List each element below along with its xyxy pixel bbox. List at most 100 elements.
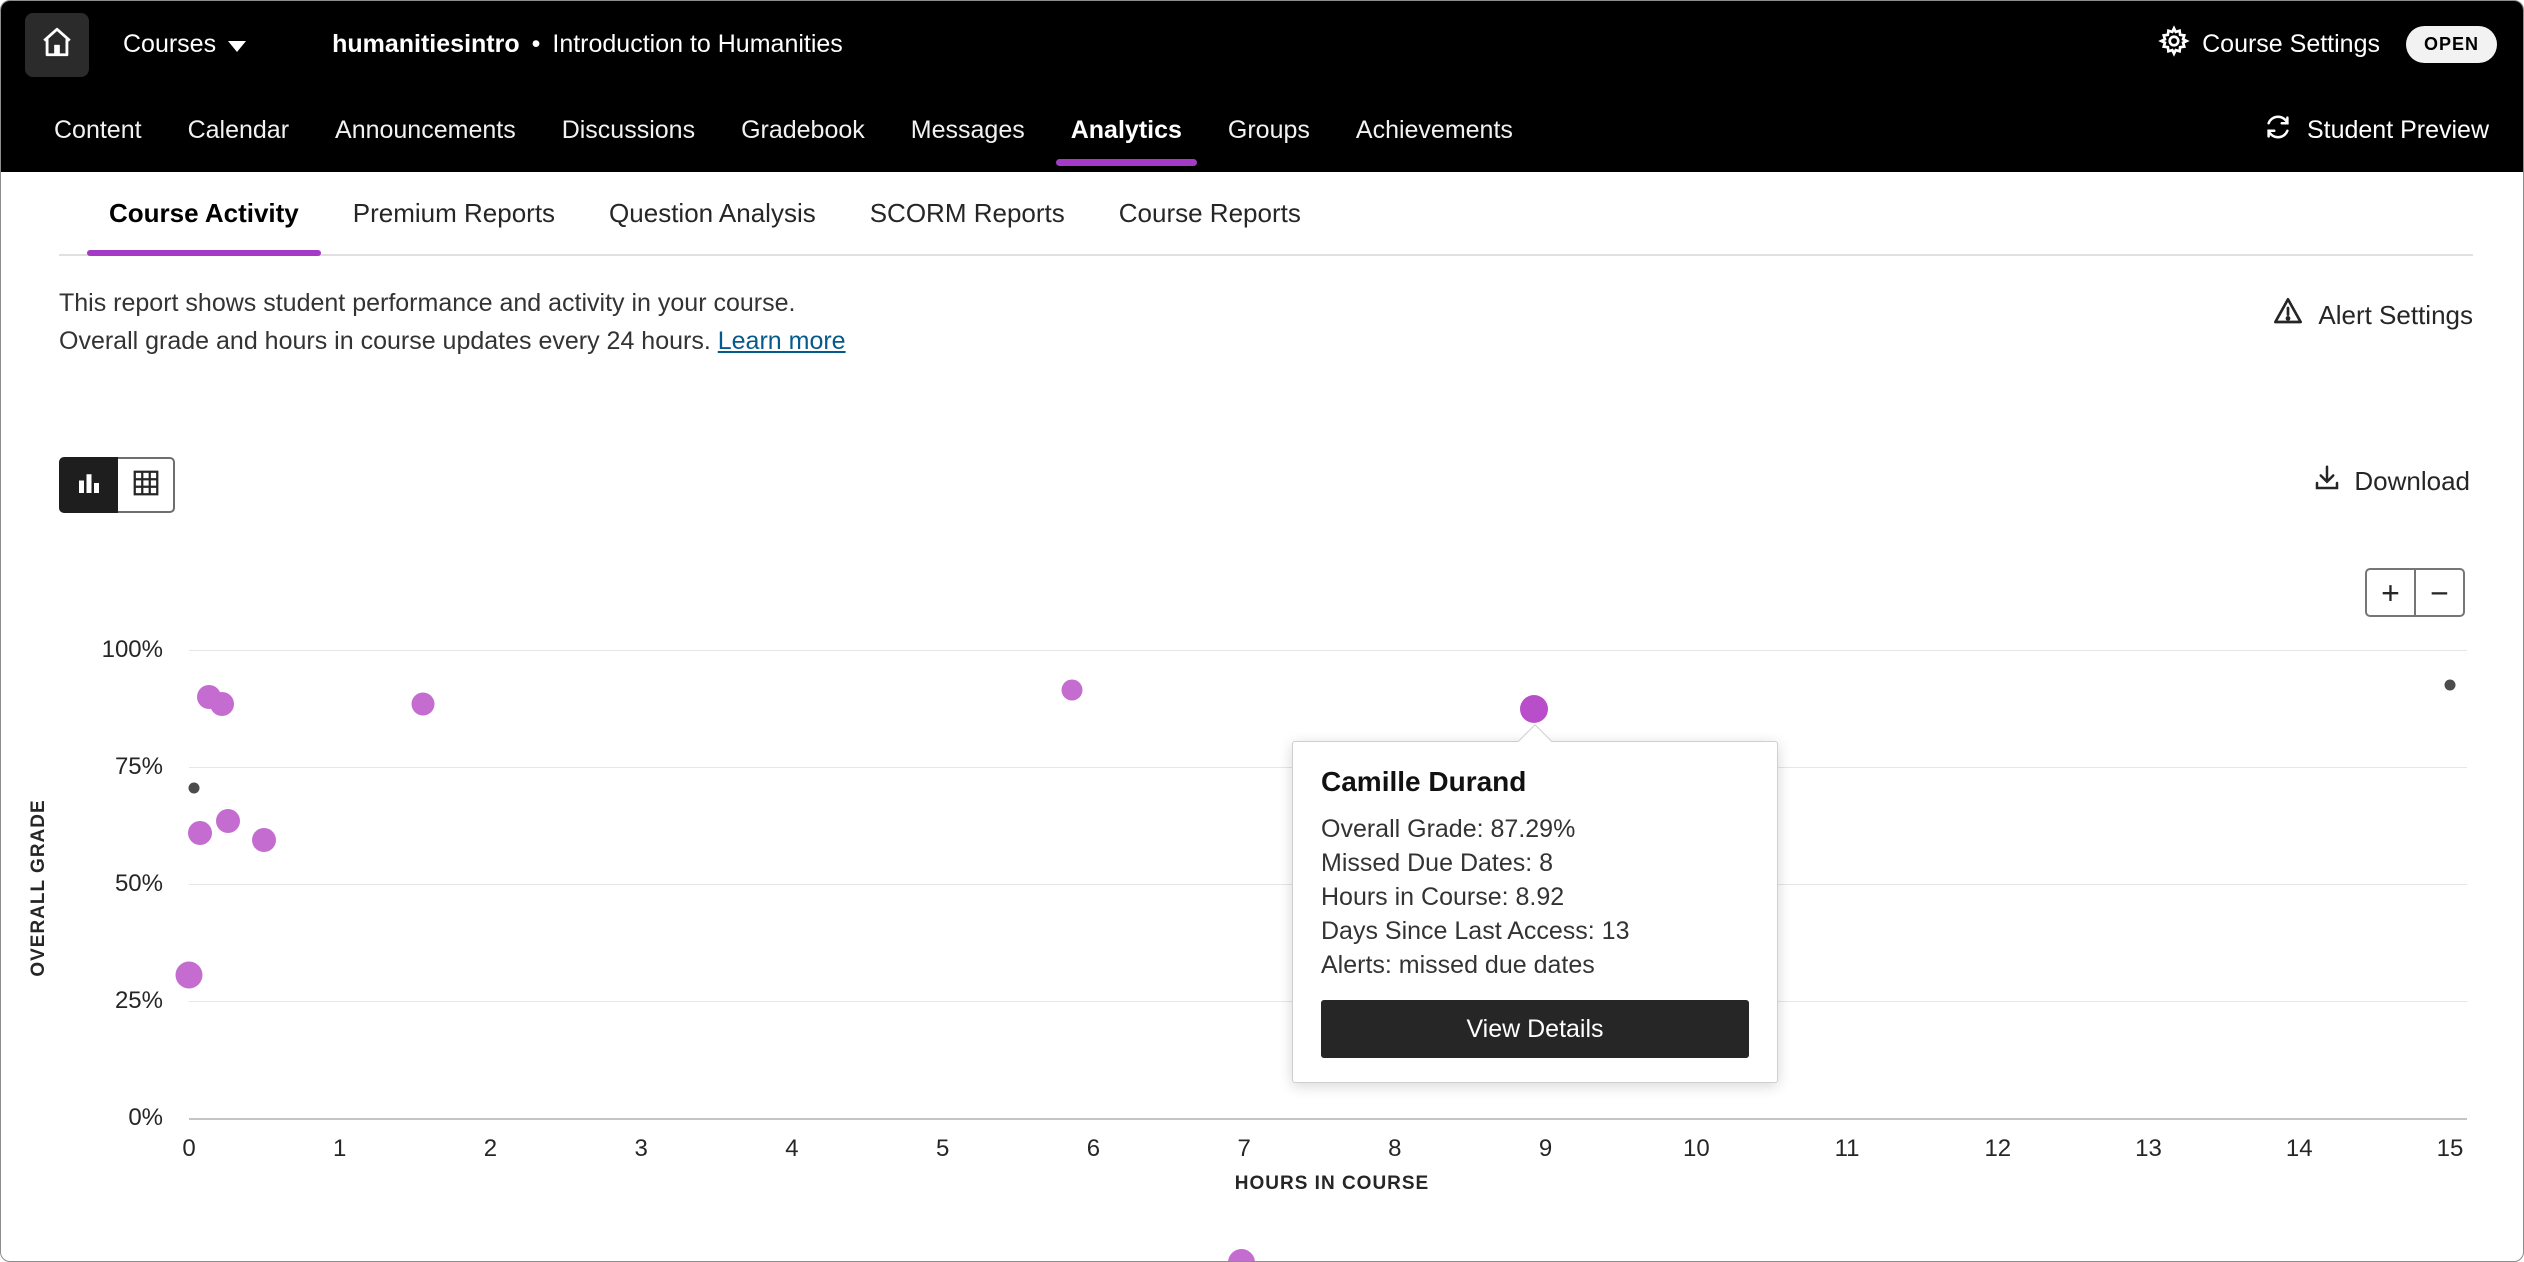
course-code: humanitiesintro — [332, 30, 520, 59]
x-tick-label: 8 — [1388, 1135, 1401, 1163]
report-description-line2: Overall grade and hours in course update… — [59, 327, 711, 355]
view-details-button[interactable]: View Details — [1321, 1000, 1749, 1058]
x-tick-label: 13 — [2135, 1135, 2162, 1163]
data-point — [188, 783, 199, 794]
app-window: Courses humanitiesintro • Introduction t… — [0, 0, 2524, 1262]
breadcrumb-separator: • — [532, 30, 541, 59]
tooltip-stat-line: Missed Due Dates: 8 — [1321, 846, 1749, 880]
x-tick-label: 12 — [1984, 1135, 2011, 1163]
course-nav-tabs: ContentCalendarAnnouncementsDiscussionsG… — [31, 88, 1536, 172]
tooltip-stats: Overall Grade: 87.29%Missed Due Dates: 8… — [1321, 812, 1749, 982]
download-icon — [2312, 463, 2342, 500]
home-icon — [40, 25, 74, 64]
analytics-subnav-tabs: Course ActivityPremium ReportsQuestion A… — [59, 172, 2473, 256]
student-preview-button[interactable]: Student Preview — [2263, 88, 2489, 172]
tooltip-stat-line: Hours in Course: 8.92 — [1321, 880, 1749, 914]
table-grid-icon — [131, 468, 161, 503]
alert-icon — [2272, 296, 2304, 335]
gridline — [189, 650, 2467, 651]
data-point[interactable] — [188, 821, 212, 845]
data-point-highlighted[interactable] — [1520, 695, 1548, 723]
data-point[interactable] — [216, 809, 240, 833]
report-info: This report shows student performance an… — [59, 284, 2473, 360]
x-tick-label: 3 — [635, 1135, 648, 1163]
nav-tab-calendar[interactable]: Calendar — [165, 88, 312, 172]
x-tick-label: 9 — [1539, 1135, 1552, 1163]
tooltip-student-name: Camille Durand — [1321, 766, 1749, 798]
x-tick-label: 15 — [2437, 1135, 2464, 1163]
subnav-tab-course-reports[interactable]: Course Reports — [1097, 172, 1323, 254]
student-tooltip: Camille Durand Overall Grade: 87.29%Miss… — [1292, 741, 1778, 1083]
course-nav: ContentCalendarAnnouncementsDiscussionsG… — [1, 88, 2523, 172]
x-tick-label: 0 — [182, 1135, 195, 1163]
home-button[interactable] — [25, 13, 89, 77]
x-tick-label: 7 — [1237, 1135, 1250, 1163]
data-point[interactable] — [210, 692, 234, 716]
courses-menu-button[interactable]: Courses — [123, 30, 246, 59]
x-tick-label: 6 — [1087, 1135, 1100, 1163]
gear-icon — [2158, 25, 2190, 64]
tooltip-stat-line: Days Since Last Access: 13 — [1321, 914, 1749, 948]
nav-tab-messages[interactable]: Messages — [888, 88, 1048, 172]
analytics-subnav: Course ActivityPremium ReportsQuestion A… — [1, 172, 2523, 256]
download-button[interactable]: Download — [2312, 463, 2470, 500]
subnav-tab-scorm-reports[interactable]: SCORM Reports — [848, 172, 1087, 254]
nav-tab-groups[interactable]: Groups — [1205, 88, 1333, 172]
data-point — [2445, 680, 2456, 691]
tooltip-stat-line: Overall Grade: 87.29% — [1321, 812, 1749, 846]
download-label: Download — [2354, 466, 2470, 497]
x-tick-label: 4 — [785, 1135, 798, 1163]
table-view-button[interactable] — [116, 457, 175, 513]
y-tick-label: 50% — [53, 870, 163, 898]
tooltip-pointer — [1518, 724, 1552, 758]
x-tick-label: 10 — [1683, 1135, 1710, 1163]
y-tick-label: 100% — [53, 636, 163, 664]
chevron-down-icon — [228, 41, 246, 52]
x-tick-label: 11 — [1835, 1135, 1860, 1163]
alert-settings-label: Alert Settings — [2318, 300, 2473, 331]
zoom-out-button[interactable]: − — [2414, 568, 2465, 617]
x-axis-title: HOURS IN COURSE — [1235, 1173, 1429, 1195]
report-description-line1: This report shows student performance an… — [59, 284, 2473, 322]
learn-more-link[interactable]: Learn more — [718, 327, 846, 355]
zoom-in-button[interactable]: + — [2365, 568, 2416, 617]
subnav-tab-premium-reports[interactable]: Premium Reports — [331, 172, 577, 254]
nav-tab-content[interactable]: Content — [31, 88, 165, 172]
course-settings-label: Course Settings — [2202, 30, 2380, 59]
y-tick-label: 75% — [53, 753, 163, 781]
x-tick-label: 2 — [484, 1135, 497, 1163]
x-tick-label: 14 — [2286, 1135, 2313, 1163]
nav-tab-discussions[interactable]: Discussions — [539, 88, 718, 172]
data-point[interactable] — [252, 828, 276, 852]
x-tick-label: 5 — [936, 1135, 949, 1163]
course-title: Introduction to Humanities — [552, 30, 842, 59]
nav-tab-analytics[interactable]: Analytics — [1048, 88, 1205, 172]
subnav-tab-course-activity[interactable]: Course Activity — [87, 172, 321, 254]
chart-view-button[interactable] — [59, 457, 118, 513]
data-point[interactable] — [1062, 679, 1083, 700]
bar-chart-icon — [74, 468, 104, 503]
data-point[interactable] — [176, 962, 203, 989]
nav-tab-achievements[interactable]: Achievements — [1333, 88, 1536, 172]
student-preview-label: Student Preview — [2307, 116, 2489, 145]
zoom-controls: + − — [2365, 568, 2465, 617]
course-settings-button[interactable]: Course Settings — [2158, 25, 2380, 64]
x-tick-label: 1 — [333, 1135, 346, 1163]
y-tick-label: 25% — [53, 987, 163, 1015]
student-preview-icon — [2263, 112, 2293, 149]
alert-settings-button[interactable]: Alert Settings — [2272, 296, 2473, 335]
nav-tab-gradebook[interactable]: Gradebook — [718, 88, 888, 172]
legend-marker-dot — [1228, 1249, 1255, 1262]
open-status-badge[interactable]: OPEN — [2406, 26, 2497, 63]
x-axis-line — [189, 1118, 2467, 1120]
view-toggle-group — [59, 457, 175, 513]
nav-tab-announcements[interactable]: Announcements — [312, 88, 539, 172]
y-axis-title: OVERALL GRADE — [28, 758, 50, 1018]
tooltip-stat-line: Alerts: missed due dates — [1321, 948, 1749, 982]
data-point[interactable] — [411, 692, 434, 715]
top-bar: Courses humanitiesintro • Introduction t… — [1, 1, 2523, 88]
courses-label: Courses — [123, 30, 216, 59]
subnav-tab-question-analysis[interactable]: Question Analysis — [587, 172, 838, 254]
breadcrumb: humanitiesintro • Introduction to Humani… — [332, 30, 843, 59]
y-tick-label: 0% — [53, 1104, 163, 1132]
